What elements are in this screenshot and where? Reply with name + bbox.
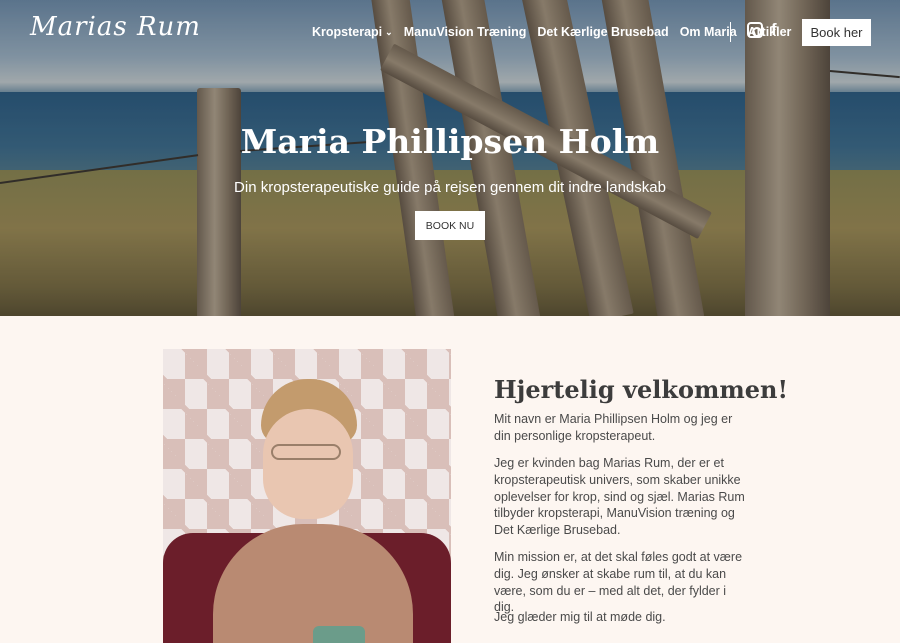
- hero-banner: Marias Rum Kropsterapi ⌄ ManuVision Træn…: [0, 0, 900, 316]
- nav-divider: [730, 22, 731, 42]
- hero-title: Maria Phillipsen Holm: [240, 122, 660, 161]
- welcome-heading: Hjertelig velkommen!: [494, 375, 789, 404]
- site-logo[interactable]: Marias Rum: [30, 12, 201, 42]
- instagram-icon[interactable]: [747, 22, 763, 38]
- book-now-button[interactable]: BOOK NU: [415, 211, 485, 240]
- nav-item-brusebad[interactable]: Det Kærlige Brusebad: [537, 25, 668, 39]
- nav-item-kropsterapi[interactable]: Kropsterapi ⌄: [312, 25, 393, 39]
- portrait-photo: [163, 349, 451, 643]
- welcome-paragraph: Min mission er, at det skal føles godt a…: [494, 550, 743, 615]
- hero-subtitle: Din kropsterapeutiske guide på rejsen ge…: [234, 179, 666, 196]
- face: [263, 409, 353, 519]
- mug: [313, 626, 365, 643]
- chevron-down-icon: ⌄: [385, 26, 393, 37]
- welcome-paragraph: Jeg glæder mig til at møde dig.: [494, 610, 666, 624]
- main-nav: Kropsterapi ⌄ ManuVision Træning Det Kær…: [312, 25, 791, 39]
- nav-item-om-maria[interactable]: Om Maria: [680, 25, 737, 39]
- welcome-paragraph: Jeg er kvinden bag Marias Rum, der er et…: [494, 456, 745, 538]
- book-here-button[interactable]: Book her: [802, 19, 871, 46]
- nav-item-label: Kropsterapi: [312, 25, 383, 39]
- welcome-paragraph: Mit navn er Maria Phillipsen Holm og jeg…: [494, 412, 733, 443]
- nav-item-manuvision[interactable]: ManuVision Træning: [404, 25, 527, 39]
- glasses: [271, 444, 341, 460]
- facebook-icon[interactable]: f: [771, 21, 787, 38]
